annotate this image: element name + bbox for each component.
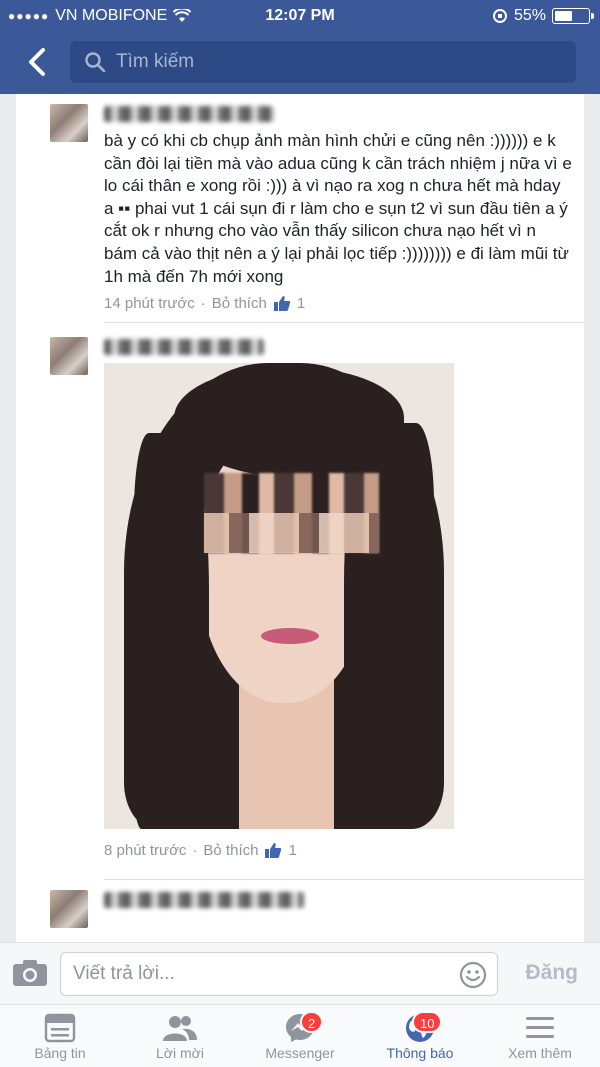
thumbs-up-icon	[265, 843, 282, 859]
commenter-name-blurred[interactable]	[104, 106, 274, 122]
like-count: 1	[288, 841, 297, 859]
commenter-name-blurred[interactable]	[104, 892, 304, 909]
camera-icon[interactable]	[12, 959, 48, 987]
status-bar: ●●●●● VN MOBIFONE 12:07 PM 55%	[0, 0, 600, 32]
unlike-button[interactable]: Bỏ thích	[203, 842, 258, 859]
messenger-badge: 2	[300, 1011, 324, 1033]
avatar[interactable]	[50, 890, 88, 929]
meta-separator: ·	[192, 841, 198, 859]
back-arrow-icon[interactable]	[20, 44, 56, 80]
reply-placeholder: Viết trả lời...	[73, 963, 175, 984]
tab-label: Messenger	[265, 1045, 335, 1061]
tab-friend-requests[interactable]: Lời mời	[120, 1005, 240, 1067]
commenter-name-blurred[interactable]	[104, 339, 264, 356]
friend-requests-icon	[163, 1016, 197, 1041]
reply-bar: Viết trả lời... Đăng	[0, 942, 600, 1004]
thumbs-up-icon	[273, 296, 291, 312]
battery-percent: 55%	[513, 7, 546, 24]
search-input[interactable]: Tìm kiếm	[70, 41, 576, 83]
battery-icon	[552, 8, 594, 24]
post-button[interactable]: Đăng	[526, 961, 579, 985]
comment	[16, 880, 584, 929]
avatar[interactable]	[50, 104, 88, 142]
comment: 8 phút trước · Bỏ thích 1	[16, 323, 584, 869]
rotation-lock-icon	[492, 9, 507, 23]
unlike-button[interactable]: Bỏ thích	[212, 295, 267, 312]
tab-notifications[interactable]: 10 Thông báo	[360, 1005, 480, 1067]
reply-input[interactable]: Viết trả lời...	[60, 952, 498, 996]
avatar[interactable]	[50, 337, 88, 376]
comment-thread: bà y có khi cb chụp ảnh màn hình chửi e …	[16, 94, 584, 942]
comment-meta: 14 phút trước · Bỏ thích 1	[104, 294, 572, 312]
tab-label: Xem thêm	[508, 1045, 572, 1061]
like-count: 1	[296, 294, 306, 312]
comment-timestamp: 14 phút trước	[104, 294, 195, 312]
comment-photo[interactable]	[104, 363, 454, 830]
tab-label: Lời mời	[156, 1045, 204, 1061]
search-icon	[85, 52, 106, 73]
notifications-badge: 10	[412, 1011, 443, 1033]
bottom-tab-bar: Bảng tin Lời mời 2 Messenger 10 Thông bá…	[0, 1004, 600, 1067]
emoji-icon[interactable]	[459, 961, 487, 989]
top-nav-bar: Tìm kiếm	[0, 32, 600, 94]
comment: bà y có khi cb chụp ảnh màn hình chửi e …	[16, 94, 584, 322]
tab-news-feed[interactable]: Bảng tin	[0, 1005, 120, 1067]
news-feed-icon	[44, 1013, 76, 1043]
menu-icon	[526, 1017, 554, 1038]
tab-label: Bảng tin	[34, 1045, 86, 1061]
comment-text: bà y có khi cb chụp ảnh màn hình chửi e …	[104, 131, 572, 286]
comment-timestamp: 8 phút trước	[104, 841, 187, 859]
comment-meta: 8 phút trước · Bỏ thích 1	[104, 841, 572, 859]
search-placeholder: Tìm kiếm	[116, 51, 195, 72]
tab-label: Thông báo	[386, 1045, 454, 1061]
meta-separator: ·	[200, 294, 206, 312]
tab-more[interactable]: Xem thêm	[480, 1005, 600, 1067]
tab-messenger[interactable]: 2 Messenger	[240, 1005, 360, 1067]
